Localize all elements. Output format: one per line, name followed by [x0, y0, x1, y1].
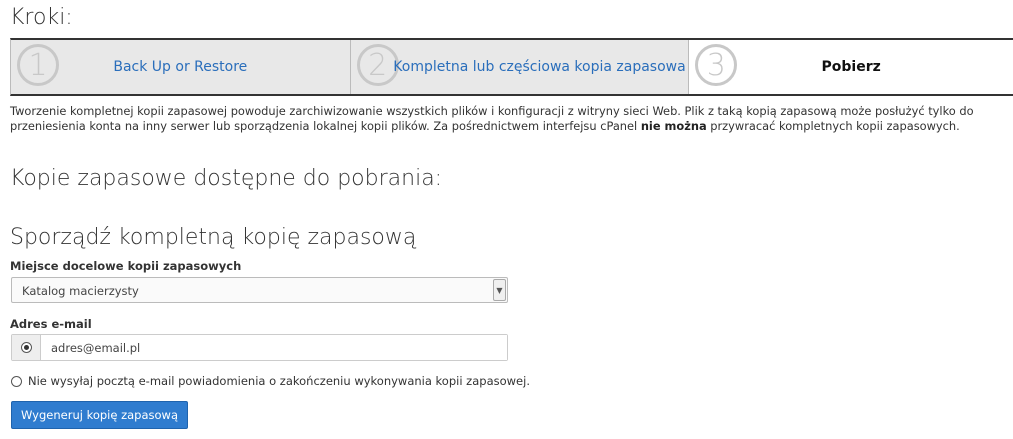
- email-radio[interactable]: [20, 342, 32, 353]
- generate-backup-button[interactable]: Wygeneruj kopię zapasową: [11, 401, 189, 429]
- destination-label: Miejsce docelowe kopii zapasowych: [10, 259, 242, 273]
- step-1[interactable]: 1 Back Up or Restore: [11, 40, 351, 94]
- step-2[interactable]: 2 Kompletna lub częściowa kopia zapasowa: [350, 40, 690, 94]
- email-radio-box[interactable]: [12, 335, 41, 360]
- description-bold: nie można: [640, 119, 707, 133]
- description-text: Tworzenie kompletnej kopii zapasowej pow…: [10, 104, 1010, 134]
- chevron-down-icon[interactable]: ▼: [493, 279, 506, 301]
- steps-bar: 1 Back Up or Restore 2 Kompletna lub czę…: [10, 38, 1013, 96]
- destination-select-value: Katalog macierzysty: [22, 284, 139, 298]
- step-3-number: 3: [695, 44, 738, 86]
- steps-heading: Kroki:: [10, 5, 73, 30]
- no-email-label[interactable]: Nie wysyłaj pocztą e-mail powiadomienia …: [28, 374, 530, 388]
- step-2-link[interactable]: Kompletna lub częściowa kopia zapasowa: [393, 59, 685, 75]
- no-email-option[interactable]: Nie wysyłaj pocztą e-mail powiadomienia …: [11, 374, 530, 388]
- full-backup-heading: Sporządź kompletną kopię zapasową: [10, 225, 417, 250]
- step-1-number: 1: [17, 44, 59, 86]
- destination-select[interactable]: Katalog macierzysty ▼: [11, 277, 508, 303]
- available-backups-heading: Kopie zapasowe dostępne do pobrania:: [10, 166, 443, 191]
- step-3-label: Pobierz: [821, 59, 881, 75]
- description-part2: przywracać kompletnych kopii zapasowych.: [706, 119, 960, 133]
- step-3-current: 3 Pobierz: [689, 40, 1013, 94]
- email-label: Adres e-mail: [10, 317, 92, 331]
- email-input-group: adres@email.pl: [11, 334, 508, 361]
- step-1-link[interactable]: Back Up or Restore: [113, 59, 247, 75]
- email-input[interactable]: adres@email.pl: [41, 335, 507, 360]
- no-email-radio[interactable]: [11, 375, 22, 387]
